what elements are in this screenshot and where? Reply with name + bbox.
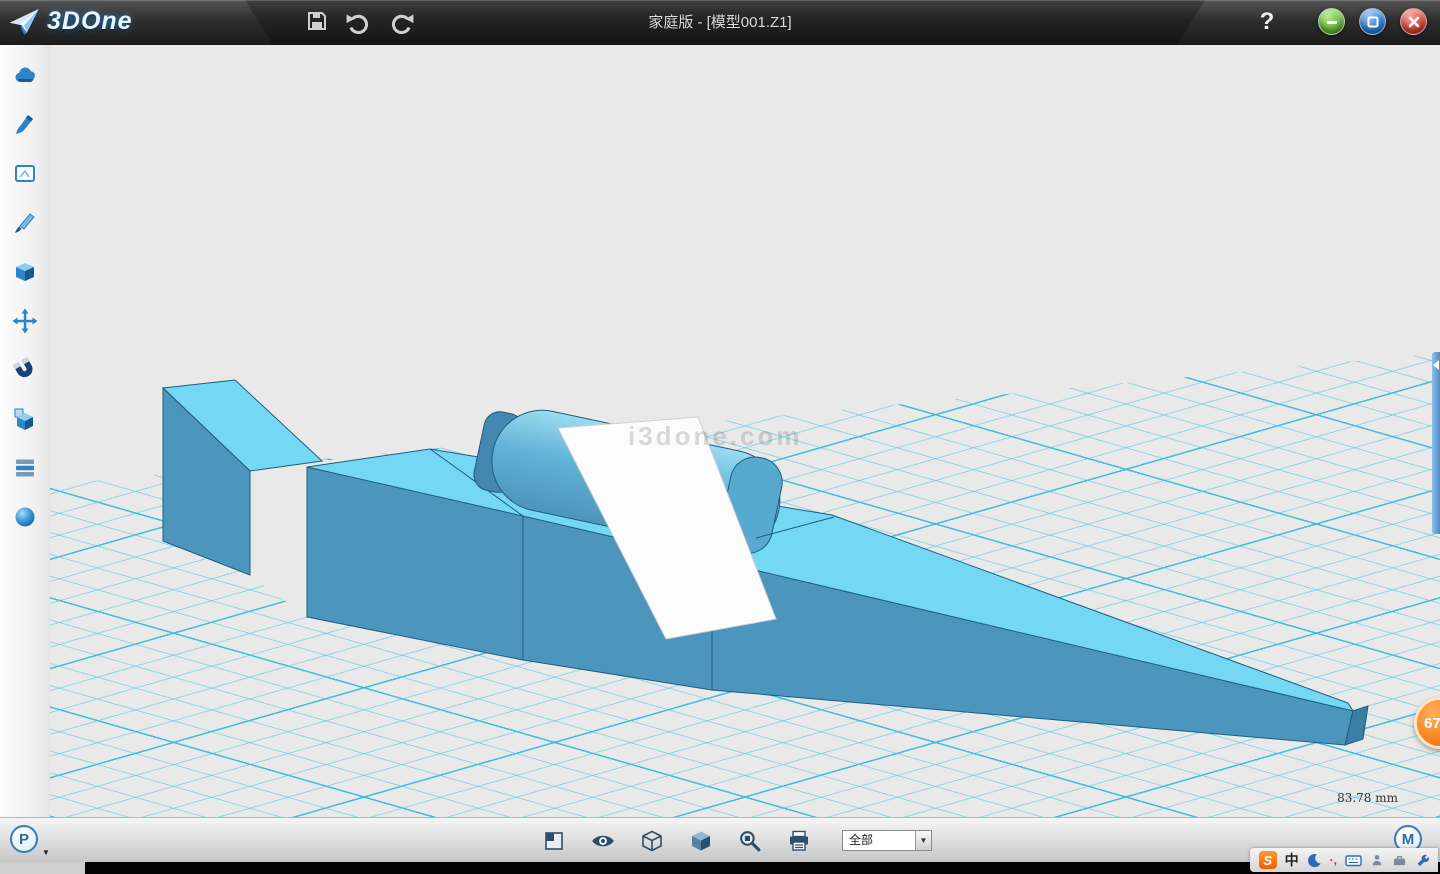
user-icon[interactable] <box>1370 853 1384 867</box>
dimension-label: 83.78 mm <box>1337 791 1398 805</box>
wireframe-cube-icon <box>640 829 664 853</box>
ime-status-bar: S 中 ·, <box>1250 848 1438 872</box>
visibility-button[interactable] <box>585 823 620 858</box>
logo-text: 3DOne <box>47 7 133 36</box>
trim-tool-icon <box>12 210 38 236</box>
redo-button[interactable] <box>386 6 416 36</box>
combine-tool-icon <box>12 406 38 432</box>
sogou-logo[interactable]: S <box>1259 851 1277 869</box>
titlebar: 3DOne <box>0 0 1440 45</box>
sidebar-trim-tool[interactable] <box>10 209 40 236</box>
soft-keyboard-icon[interactable] <box>1345 853 1362 868</box>
save-icon <box>305 9 329 33</box>
minimize-icon <box>1325 15 1339 29</box>
sidebar-solid-tool[interactable] <box>10 258 40 285</box>
fullwidth-moon-icon[interactable] <box>1307 853 1322 868</box>
datum-plane-icon <box>542 829 566 853</box>
punctuation-icon[interactable]: ·, <box>1330 853 1337 867</box>
print-button[interactable] <box>781 823 816 858</box>
sidebar-section-tool[interactable] <box>10 454 40 481</box>
sidebar-sketch-tool[interactable] <box>10 160 40 187</box>
view-filter-select[interactable]: 全部 ▼ <box>842 830 932 851</box>
visibility-eye-icon <box>590 828 616 854</box>
sidebar-brush-tool[interactable] <box>10 111 40 138</box>
p-dropdown-caret[interactable]: ▼ <box>42 848 50 857</box>
primitive-cube-icon <box>12 259 38 285</box>
bottom-toolbar: P ▼ <box>0 817 1440 862</box>
sidebar-combine-tool[interactable] <box>10 405 40 432</box>
view-filter-arrow[interactable]: ▼ <box>915 831 931 850</box>
save-button[interactable] <box>302 6 332 36</box>
sidebar-move-tool[interactable] <box>10 307 40 334</box>
section-tool-icon <box>12 455 38 481</box>
left-toolbar <box>0 45 50 817</box>
window-title: 家庭版 - [模型001.Z1] <box>0 0 1440 45</box>
wrench-icon[interactable] <box>1415 853 1429 867</box>
material-sphere-icon <box>12 504 38 530</box>
3done-app-window: 3DOne <box>0 0 1440 874</box>
sketch-tool-icon <box>12 161 38 187</box>
zoom-button[interactable] <box>732 823 767 858</box>
toolbox-icon[interactable] <box>1392 853 1407 867</box>
minimize-button[interactable] <box>1318 8 1345 35</box>
undo-icon <box>346 8 372 34</box>
app-logo: 3DOne <box>8 4 133 38</box>
sidebar-magnet-tool[interactable] <box>10 356 40 383</box>
close-button[interactable] <box>1400 8 1427 35</box>
view-filter-value: 全部 <box>843 831 915 850</box>
brush-tool-icon <box>12 112 38 138</box>
model-3d-view[interactable] <box>50 45 1440 817</box>
wireframe-view-button[interactable] <box>634 823 669 858</box>
sidebar-cloud-tool[interactable] <box>10 62 40 89</box>
restore-icon <box>1366 15 1380 29</box>
ime-mode-toggle[interactable]: 中 <box>1285 850 1299 870</box>
collapsed-panel-tab[interactable] <box>1432 352 1440 534</box>
cloud-tool-icon <box>12 63 38 89</box>
zoom-icon <box>737 828 762 853</box>
viewport-canvas[interactable]: i3done.com 83.78 mm 67 <box>50 45 1440 817</box>
p-quick-button[interactable]: P <box>10 825 38 853</box>
restore-button[interactable] <box>1359 8 1386 35</box>
shaded-view-button[interactable] <box>683 823 718 858</box>
bottom-black-strip <box>0 862 1440 874</box>
move-tool-icon <box>12 308 38 334</box>
window-controls <box>1318 8 1427 35</box>
datum-plane-button[interactable] <box>536 823 571 858</box>
print-icon <box>787 829 811 853</box>
titlebar-toolbar <box>302 6 416 36</box>
view-tools: 全部 ▼ <box>536 823 932 858</box>
shaded-cube-icon <box>689 829 713 853</box>
undo-button[interactable] <box>344 6 374 36</box>
magnet-tool-icon <box>12 357 38 383</box>
paper-plane-icon <box>8 4 42 38</box>
help-button[interactable]: ? <box>1252 5 1282 39</box>
sidebar-material-tool[interactable] <box>10 503 40 530</box>
redo-icon <box>388 8 414 34</box>
close-icon <box>1407 15 1421 29</box>
